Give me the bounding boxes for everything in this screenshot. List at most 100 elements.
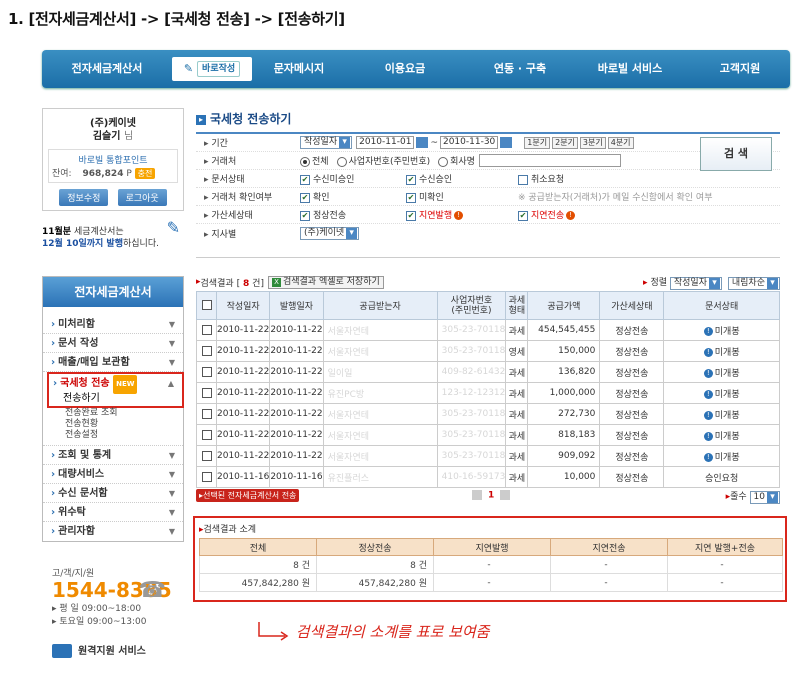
- menu-item-nts-transfer[interactable]: › 국세청 전송 NEW ▲: [49, 374, 182, 394]
- pagination: 1: [466, 490, 516, 501]
- select-all-checkbox[interactable]: [201, 300, 212, 311]
- cell-amount: 818,183: [527, 424, 601, 446]
- row-checkbox[interactable]: [201, 387, 212, 398]
- date-to-input[interactable]: 2010-11-30: [439, 136, 499, 149]
- cell-bizno: 305-23-70118: [436, 319, 507, 341]
- select-all-header: [196, 291, 217, 320]
- charge-button[interactable]: 충전: [134, 168, 156, 179]
- period-type-select[interactable]: 작성일자: [300, 136, 353, 149]
- doc-status-unapproved-checkbox[interactable]: ✔ 수신미승인: [300, 172, 406, 185]
- edit-info-button[interactable]: 정보수정: [59, 189, 109, 206]
- menu-item-bulk[interactable]: › 대량서비스 ▼: [43, 465, 183, 484]
- table-row[interactable]: 2010-11-22 2010-11-22 서울자연테 305-23-70118 과세 8…: [196, 424, 780, 446]
- table-row[interactable]: 2010-11-22 2010-11-22 서울자연테 305-23-70118 과세 9…: [196, 445, 780, 467]
- partner-all-radio[interactable]: 전체: [300, 154, 329, 167]
- sort-order-select[interactable]: 내림차순: [727, 276, 780, 290]
- menu-item-archive[interactable]: › 매출/매입 보관함 ▼: [43, 353, 183, 372]
- send-selected-button[interactable]: ▸선택된 전자세금계산서 전송: [196, 489, 300, 502]
- rows-select[interactable]: 10: [749, 491, 780, 504]
- row-checkbox[interactable]: [201, 471, 212, 482]
- table-row[interactable]: 2010-11-16 2010-11-16 유진플러스 410-16-59173 과세 1…: [196, 466, 780, 488]
- submenu-send-status[interactable]: 전송현황: [43, 419, 183, 430]
- row-checkbox[interactable]: [201, 366, 212, 377]
- partner-company-radio[interactable]: 회사명: [438, 154, 475, 167]
- col-header[interactable]: 작성일자: [215, 291, 271, 320]
- checkbox-label: 취소요청: [531, 175, 565, 185]
- excel-export-button[interactable]: X 검색결과 엑셀로 저장하기: [267, 275, 384, 289]
- tax-status-late-issue-checkbox[interactable]: ✔ 지연발행!: [406, 208, 518, 221]
- search-button[interactable]: 검 색: [700, 137, 772, 171]
- nav-tax-invoice[interactable]: 전자세금계산서: [42, 50, 172, 88]
- col-header[interactable]: 발행일자: [269, 291, 324, 320]
- partner-label: 거래처: [196, 154, 300, 167]
- nav-integration[interactable]: 연동 · 구축: [470, 50, 570, 88]
- cell-recipient: 서울자연테: [322, 340, 438, 362]
- doc-status-cancel-checkbox[interactable]: 취소요청: [518, 172, 564, 185]
- cell-doc-status: ! 미개봉: [663, 424, 780, 446]
- confirm-yes-checkbox[interactable]: ✔ 확인: [300, 190, 406, 203]
- summary-cell: -: [433, 555, 551, 574]
- menu-item-admin[interactable]: › 관리자함 ▼: [43, 522, 183, 541]
- nav-quick-write-label: 바로작성: [197, 61, 241, 77]
- tax-status-late-send-checkbox[interactable]: ✔ 지연전송!: [518, 208, 576, 221]
- tax-status-normal-checkbox[interactable]: ✔ 정상전송: [300, 208, 406, 221]
- table-row[interactable]: 2010-11-22 2010-11-22 서울자연테 305-23-70118 과세 2…: [196, 403, 780, 425]
- partner-bizno-radio[interactable]: 사업자번호(주민번호): [336, 154, 431, 167]
- col-header[interactable]: 가산세상태: [599, 291, 665, 320]
- row-checkbox[interactable]: [201, 324, 212, 335]
- table-row[interactable]: 2010-11-22 2010-11-22 서울자연테 305-23-70118 영세 1…: [196, 340, 780, 362]
- submenu-send-settings[interactable]: 전송설정: [43, 430, 183, 446]
- calendar-icon[interactable]: [416, 137, 429, 148]
- quarter-3-button[interactable]: 3분기: [579, 136, 606, 149]
- menu-item-label: 관리자함: [58, 526, 95, 537]
- menu-item-unprocessed[interactable]: › 미처리함 ▼: [43, 315, 183, 334]
- menu-item-stats[interactable]: › 조회 및 통계 ▼: [43, 446, 183, 465]
- col-header[interactable]: 공급받는자: [322, 291, 438, 320]
- quarter-2-button[interactable]: 2분기: [552, 136, 578, 149]
- logout-button[interactable]: 로그아웃: [117, 189, 167, 206]
- nav-services[interactable]: 바로빌 서비스: [570, 50, 690, 88]
- nav-sms[interactable]: 문자메시지: [258, 50, 340, 88]
- period-label: 기간: [196, 136, 300, 149]
- partner-search-input[interactable]: [478, 154, 621, 167]
- branch-select[interactable]: (주)케이넷: [300, 226, 360, 240]
- radio-label: 사업자번호(주민번호): [348, 157, 431, 167]
- row-checkbox[interactable]: [201, 429, 212, 440]
- col-header[interactable]: 공급가액: [527, 291, 601, 320]
- section-title: ▸ 국세청 전송하기: [196, 110, 291, 127]
- row-checkbox[interactable]: [201, 345, 212, 356]
- quarter-1-button[interactable]: 1분기: [524, 136, 551, 149]
- current-page[interactable]: 1: [488, 491, 494, 501]
- doc-status-approved-checkbox[interactable]: ✔ 수신승인: [406, 172, 518, 185]
- table-footer: ▸선택된 전자세금계산서 전송 1 ▸줄수 10: [196, 488, 780, 504]
- submenu-send[interactable]: 전송하기: [49, 393, 182, 406]
- quarter-4-button[interactable]: 4분기: [607, 136, 634, 149]
- remote-support-link[interactable]: 원격지원 서비스: [52, 642, 146, 658]
- sort-field-select[interactable]: 작성일자: [669, 276, 722, 290]
- confirm-no-checkbox[interactable]: ✔ 미확인: [406, 190, 518, 203]
- col-header[interactable]: 과세 형태: [505, 291, 529, 320]
- cell-recipient: 유진플러스: [322, 466, 438, 488]
- table-row[interactable]: 2010-11-22 2010-11-22 유진PC방 123-12-12312 과세 1…: [196, 382, 780, 404]
- nav-pricing[interactable]: 이용요금: [340, 50, 470, 88]
- col-header[interactable]: 사업자번호 (주민번호): [436, 291, 507, 320]
- table-row[interactable]: 2010-11-22 2010-11-22 서울자연테 305-23-70118 과세 4…: [196, 319, 780, 341]
- menu-item-write[interactable]: › 문서 작성 ▼: [43, 334, 183, 353]
- calendar-icon[interactable]: [500, 137, 513, 148]
- menu-item-inbox[interactable]: › 수신 문서함 ▼: [43, 484, 183, 503]
- prev-page-button[interactable]: [472, 490, 482, 500]
- table-row[interactable]: 2010-11-22 2010-11-22 일이일 409-82-61432 과세 136…: [196, 361, 780, 383]
- pencil-icon: ✎: [166, 218, 180, 237]
- next-page-button[interactable]: [500, 490, 511, 500]
- date-from-input[interactable]: 2010-11-01: [356, 136, 415, 149]
- col-header[interactable]: 문서상태: [663, 291, 780, 320]
- menu-item-consign[interactable]: › 위수탁 ▼: [43, 503, 183, 522]
- cell-written-date: 2010-11-22: [215, 445, 271, 467]
- nav-support[interactable]: 고객지원: [690, 50, 790, 88]
- row-checkbox[interactable]: [201, 450, 212, 461]
- row-checkbox[interactable]: [201, 408, 212, 419]
- menu-item-label: 국세청 전송: [60, 378, 110, 389]
- nav-quick-write[interactable]: ✎ 바로작성: [172, 57, 252, 81]
- menu-item-label: 조회 및 통계: [58, 450, 112, 461]
- submenu-sent-history[interactable]: 전송완료 조회: [43, 408, 183, 419]
